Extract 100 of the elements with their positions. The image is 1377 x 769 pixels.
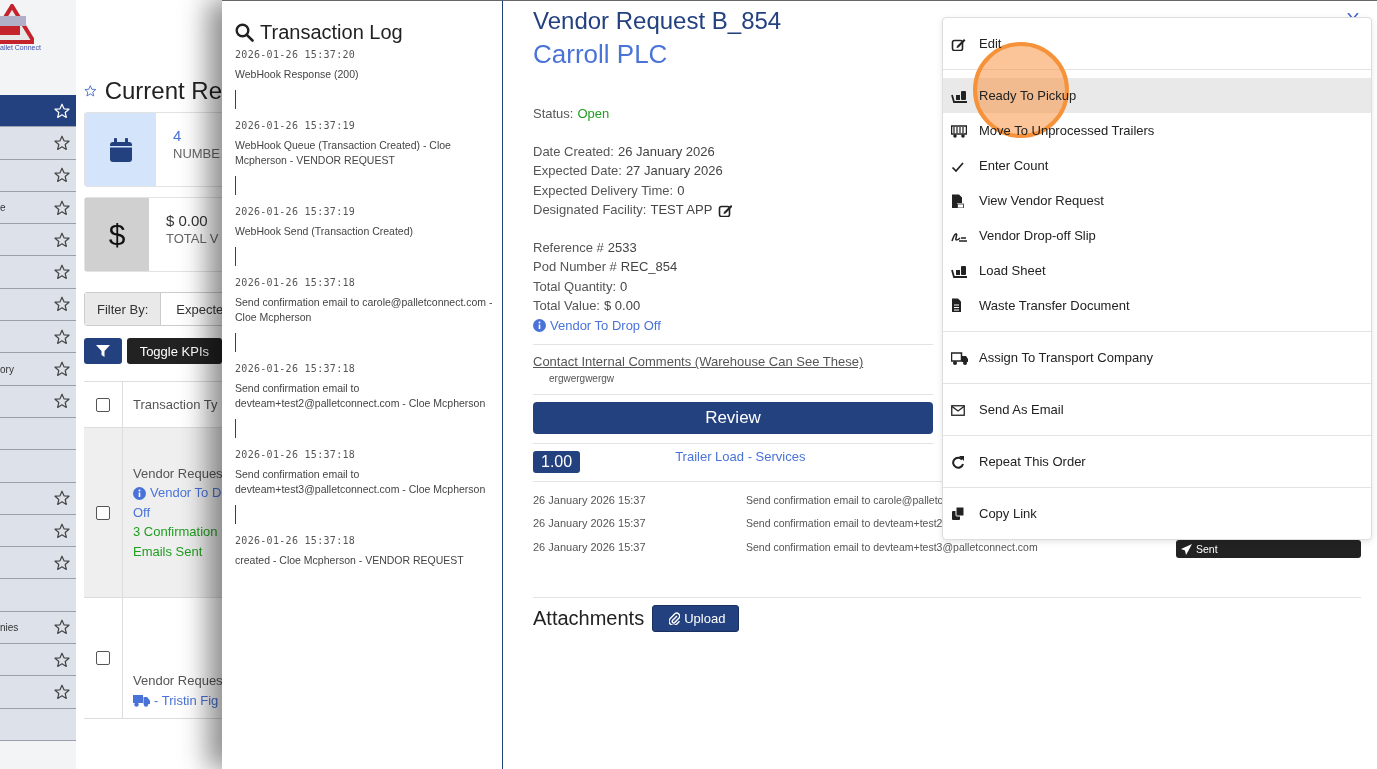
sidebar-item[interactable]: ory (0, 353, 76, 386)
sidebar-item[interactable]: e (0, 191, 76, 225)
field-label: Reference # (533, 238, 604, 257)
log-message: Send confirmation email to devteam+test2@palletconnect.com - Cloe Mcpherson (235, 381, 487, 411)
field-value: REC_854 (620, 258, 678, 276)
review-button[interactable]: Review (533, 402, 933, 434)
field-value: 2533 (607, 238, 637, 257)
field-label: Pod Number # (533, 258, 617, 276)
copy-icon (951, 506, 965, 521)
timeline-line (235, 419, 236, 438)
page-title: Current Re (104, 77, 222, 105)
menu-item[interactable]: Repeat This Order (943, 444, 1371, 479)
star-icon[interactable] (54, 296, 70, 313)
menu-item[interactable]: Waste Transfer Document (943, 288, 1371, 323)
cell-text: Vendor Reques (133, 464, 222, 483)
timeline-line (235, 505, 236, 524)
customer-link[interactable]: - Tristin Fig (154, 690, 219, 710)
checkbox[interactable] (96, 651, 110, 665)
field-value: 26 January 2026 (617, 142, 715, 161)
star-icon[interactable] (54, 134, 70, 151)
redo-icon (951, 454, 965, 469)
toggle-kpis-button[interactable]: Toggle KPIs (126, 338, 222, 364)
star-icon[interactable] (54, 328, 70, 345)
menu-item[interactable]: Ready To Pickup (943, 78, 1371, 113)
section-heading: Attachments (533, 606, 645, 630)
cell-text: Vendor Reques (133, 672, 222, 690)
checkbox[interactable] (96, 505, 110, 520)
envelope-icon (951, 403, 965, 416)
dolly-icon (951, 263, 967, 278)
edit-icon (951, 36, 966, 51)
email-date: 26 January 2026 15:37 (533, 517, 647, 530)
upload-button[interactable]: Upload (652, 604, 740, 632)
dollar-sign: $ (108, 217, 126, 252)
field-label: Expected Delivery Time: (533, 181, 674, 200)
status-text: Emails Sent (133, 542, 203, 561)
trailer-icon (951, 123, 967, 138)
panel-title: Transaction Log (260, 21, 403, 44)
kpi-value: $ 0.00 (166, 212, 209, 229)
field-value: $ 0.00 (603, 297, 641, 315)
field-label: Status: (533, 105, 574, 123)
menu-item[interactable]: View Vendor Request (943, 183, 1371, 218)
star-icon[interactable] (54, 361, 70, 377)
timeline-line (235, 90, 236, 109)
field-label: Designated Facility: (533, 201, 647, 219)
menu-item[interactable]: Vendor Drop-off Slip (943, 218, 1371, 253)
edit-icon[interactable] (718, 202, 733, 217)
menu-item[interactable]: Load Sheet (943, 253, 1371, 288)
field-label: Date Created: (533, 142, 614, 161)
log-timestamp: 2026-01-26 15:37:18 (235, 276, 357, 290)
field-label: Total Value: (533, 297, 600, 315)
quantity-badge: 1.00 (533, 451, 581, 473)
paper-plane-icon (1181, 543, 1192, 555)
star-icon[interactable] (54, 684, 70, 700)
delivery-mode-link[interactable]: Vendor To Drop Off (550, 315, 661, 335)
status-link[interactable]: Off (133, 502, 151, 523)
kpi-value: 4 (173, 127, 183, 144)
comments-link[interactable]: Contact Internal Comments (Warehouse Can See These) (533, 352, 933, 372)
email-message: Send confirmation email to carole@palletc (746, 493, 944, 506)
filter-button[interactable] (84, 338, 122, 364)
log-timestamp: 2026-01-26 15:37:20 (235, 48, 357, 62)
column-header[interactable]: Transaction Ty (133, 394, 218, 415)
sidebar-item[interactable] (0, 95, 76, 128)
menu-item[interactable]: Enter Count (943, 148, 1371, 183)
star-icon[interactable] (54, 167, 70, 184)
star-icon[interactable] (54, 264, 70, 281)
star-icon[interactable] (54, 490, 70, 507)
info-icon (533, 318, 546, 332)
table-row[interactable]: Vendor Reques Vendor To D Off 3 Confirmation Emails Sent (84, 428, 222, 598)
product-link[interactable]: Trailer Load - Services (675, 448, 806, 464)
field-value: 27 January 2026 (625, 162, 723, 180)
menu-item[interactable]: Edit (943, 26, 1371, 61)
paperclip-icon (669, 611, 681, 625)
info-icon (133, 486, 146, 500)
log-message: WebHook Queue (Transaction Created) - Cloe Mcpherson - VENDOR REQUEST (235, 138, 452, 168)
log-message: WebHook Send (Transaction Created) (235, 224, 414, 239)
star-icon[interactable] (54, 393, 70, 410)
menu-item[interactable]: Copy Link (943, 496, 1371, 531)
checkbox[interactable] (96, 397, 110, 412)
logo-icon (0, 4, 34, 44)
log-timestamp: 2026-01-26 15:37:18 (235, 362, 357, 376)
status-link[interactable]: Vendor To D (150, 483, 222, 503)
star-icon[interactable] (54, 619, 70, 636)
star-icon[interactable] (54, 199, 70, 216)
star-icon[interactable] (54, 522, 70, 539)
comment-text: ergwergwergw (548, 372, 616, 386)
menu-item[interactable]: Assign To Transport Company (943, 340, 1371, 375)
star-icon[interactable] (54, 651, 70, 668)
record-title: Vendor Request B_854 (533, 6, 783, 36)
menu-item[interactable]: Send As Email (943, 392, 1371, 427)
status-value: Open (577, 105, 610, 123)
company-link[interactable]: Carroll PLC (533, 37, 933, 71)
sidebar-item[interactable]: nies (0, 611, 76, 645)
log-message: Send confirmation email to devteam+test3@palletconnect.com - Cloe Mcpherson (235, 467, 487, 497)
email-date: 26 January 2026 15:37 (533, 540, 647, 553)
email-message: Send confirmation email to devteam+test3@palletconnect.com (746, 540, 1039, 553)
star-icon[interactable] (54, 554, 70, 571)
badge-text: Sent (1196, 543, 1218, 556)
star-icon[interactable] (54, 231, 70, 248)
timeline-line (235, 176, 236, 195)
log-message: Send confirmation email to carole@palletconnect.com - Cloe Mcpherson (235, 295, 494, 325)
